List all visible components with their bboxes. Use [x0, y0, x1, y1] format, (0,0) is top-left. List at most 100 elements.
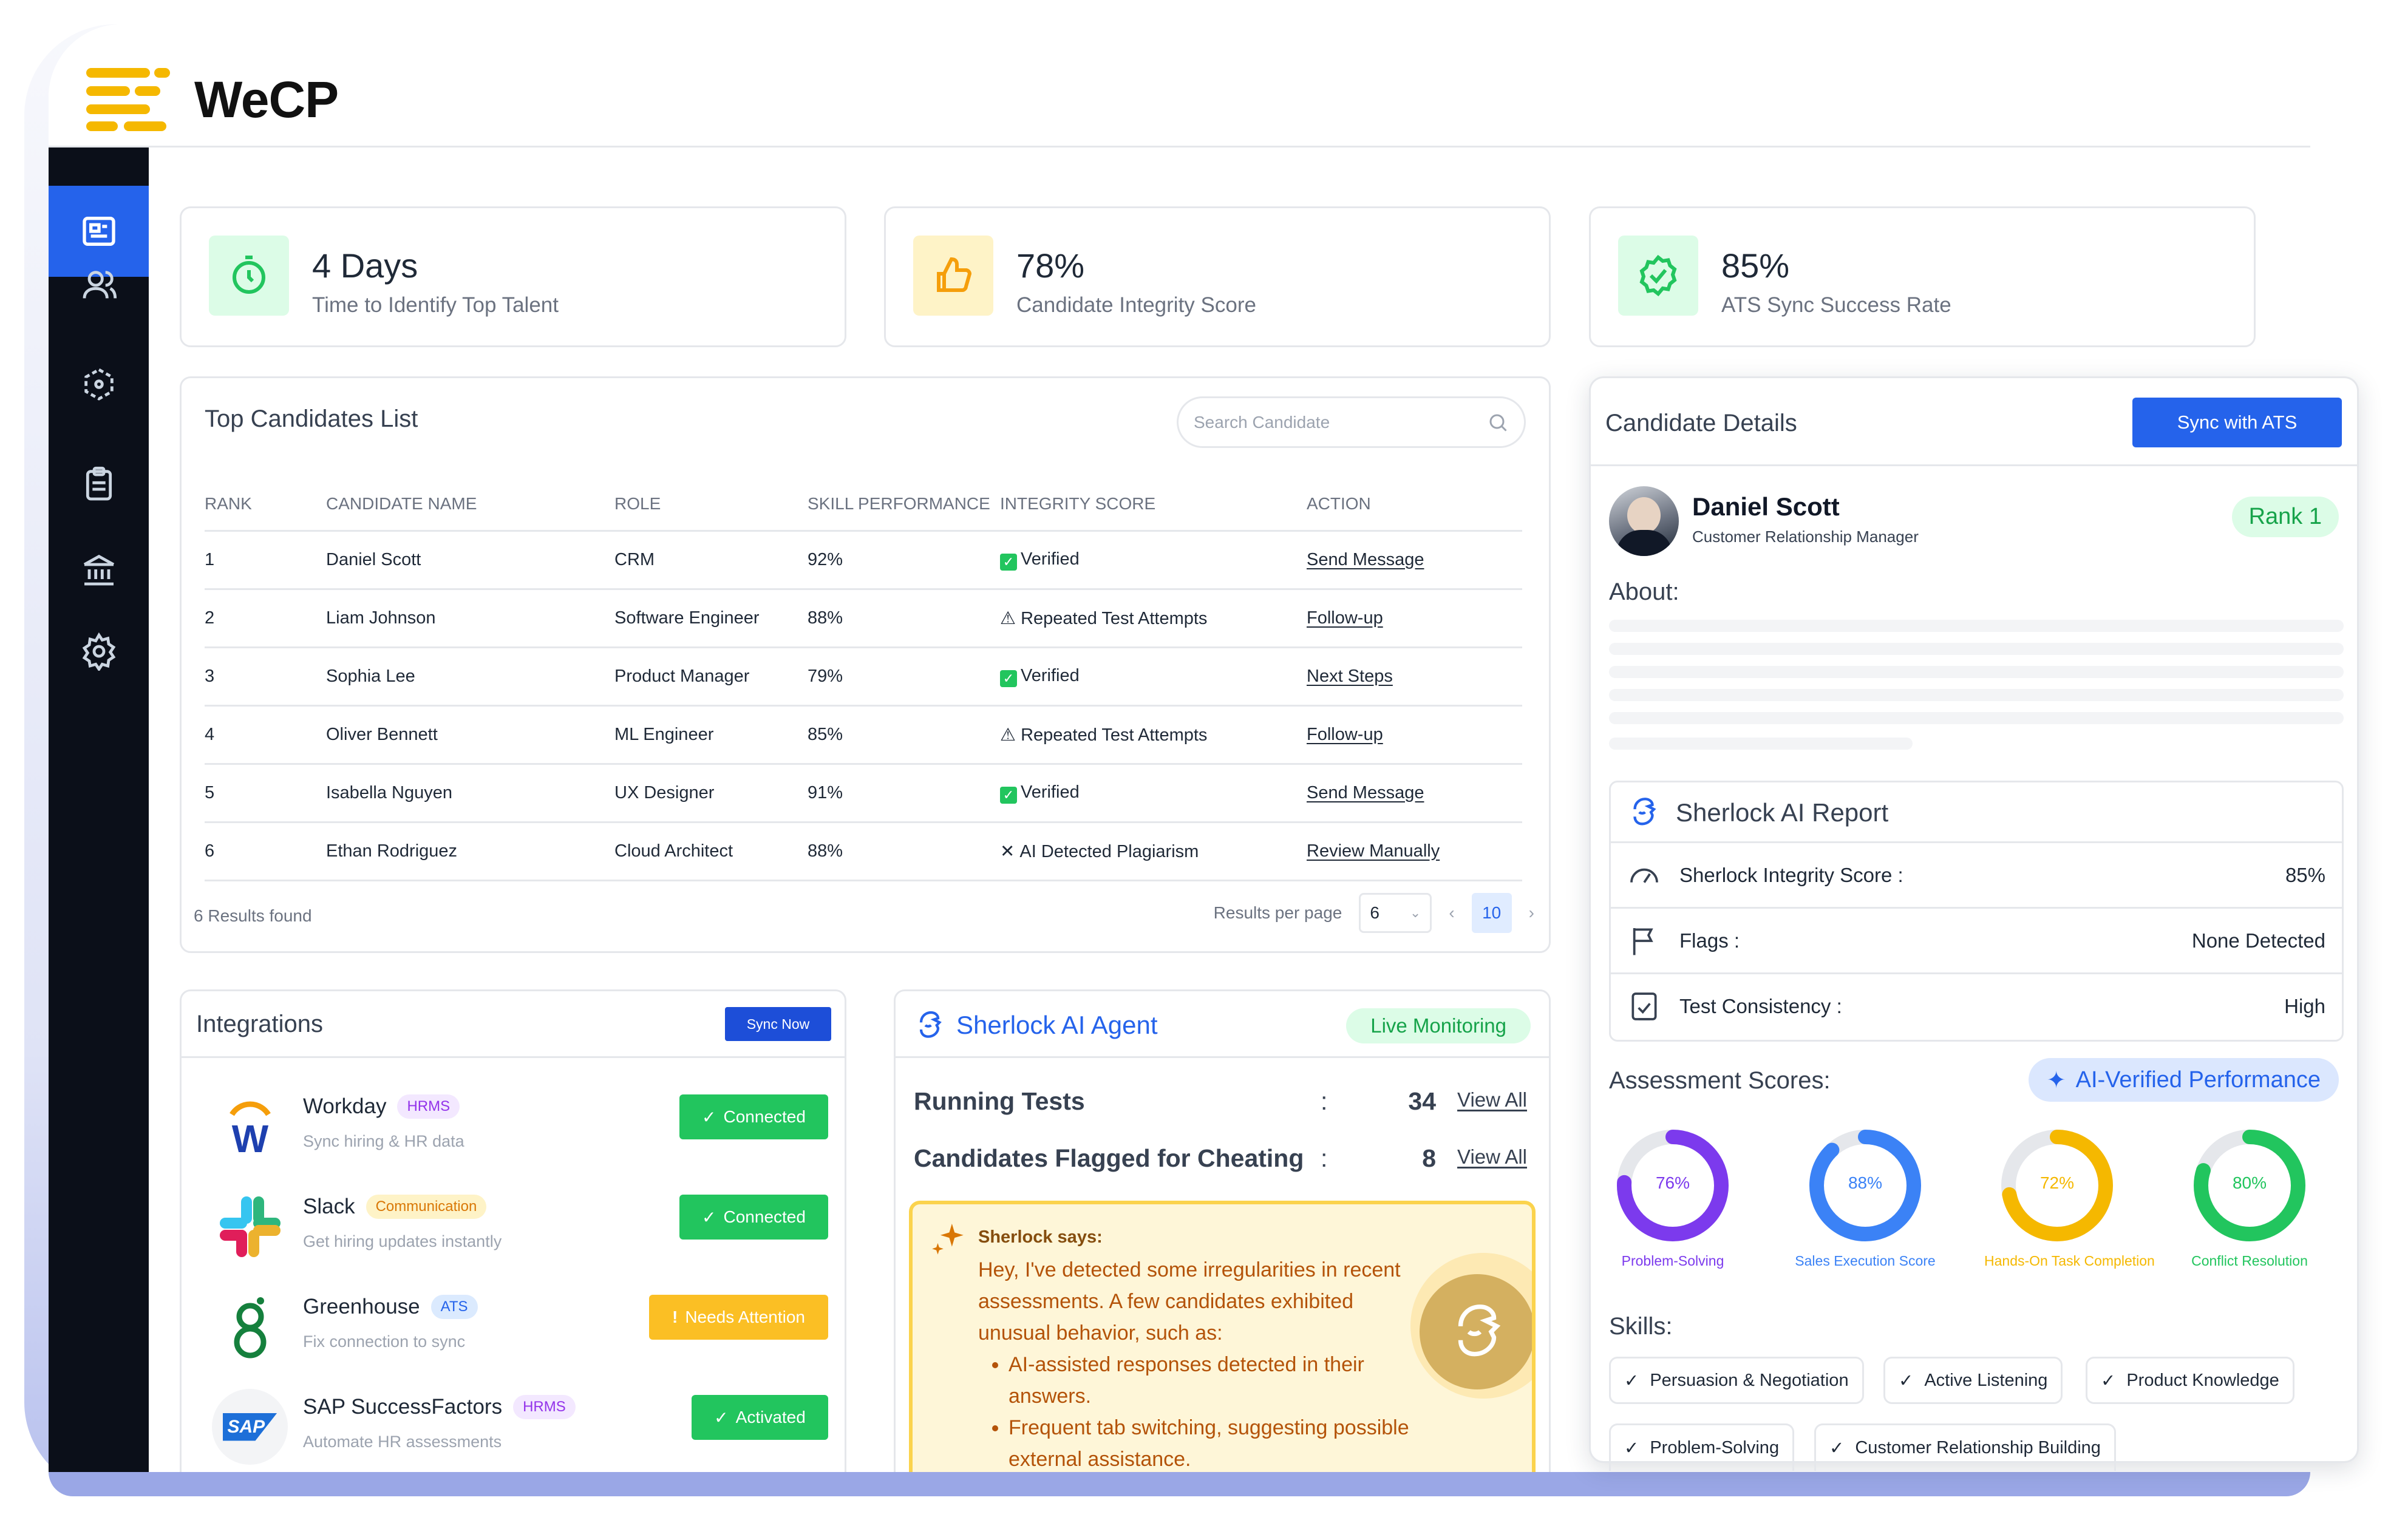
current-page[interactable]: 10 — [1471, 893, 1512, 933]
integrity-cell: ✓ Verified — [1000, 764, 1307, 823]
integration-status-button[interactable]: ! Needs Attention — [649, 1295, 828, 1340]
integration-slack: Slack Communication Get hiring updates in… — [212, 1176, 828, 1267]
integrity-cell: ⚠ Repeated Test Attempts — [1000, 705, 1307, 765]
rank-cell: 1 — [205, 531, 326, 590]
check-icon: ✓ — [1624, 1371, 1639, 1391]
integration-status-button[interactable]: ✓ Connected — [679, 1094, 828, 1139]
per-page-select[interactable]: 6 ⌄ — [1359, 893, 1432, 933]
integration-tag: ATS — [430, 1295, 478, 1319]
action-link[interactable]: Next Steps — [1307, 667, 1393, 686]
check-icon: ✓ — [1899, 1371, 1914, 1391]
gauge-icon — [1630, 868, 1658, 883]
svg-text:W: W — [231, 1117, 268, 1157]
users-icon — [83, 271, 117, 299]
sidebar-item-organization[interactable] — [49, 524, 149, 615]
skill-chip: ✓ Problem-Solving — [1609, 1423, 1795, 1471]
integrity-cell: ✓ Verified — [1000, 647, 1307, 707]
role-cell: Product Manager — [614, 647, 808, 707]
col-role: ROLE — [614, 478, 808, 532]
skill-cell: 92% — [808, 531, 1000, 590]
rank-cell: 3 — [205, 647, 326, 707]
integration-name: Greenhouse — [303, 1295, 420, 1318]
integration-sap: SAP SAP SuccessFactors HRMS Automate HR a… — [212, 1377, 828, 1468]
score-donut: 88% Sales Execution Score — [1792, 1125, 1938, 1269]
skill-cell: 79% — [808, 647, 1000, 707]
agent-row-label: Candidates Flagged for Cheating — [914, 1144, 1304, 1172]
table-row[interactable]: 1 Daniel Scott CRM 92% ✓ Verified Send Me… — [205, 531, 1522, 590]
search-input[interactable]: Search Candidate — [1194, 413, 1330, 432]
name-cell: Liam Johnson — [326, 589, 614, 648]
integration-status-button[interactable]: ✓ Connected — [679, 1195, 828, 1240]
table-row[interactable]: 4 Oliver Bennett ML Engineer 85% ⚠ Repea… — [205, 705, 1522, 765]
stat-card-ats: 85% ATS Sync Success Rate — [1589, 206, 2256, 347]
skills-label: Skills: — [1609, 1313, 1673, 1340]
sidebar-item-candidates[interactable] — [49, 240, 149, 331]
logo-icon — [86, 68, 170, 131]
skill-cell: 88% — [808, 589, 1000, 648]
integration-name: Workday — [303, 1094, 387, 1118]
stat-label: Candidate Integrity Score — [1016, 293, 1256, 317]
action-link[interactable]: Review Manually — [1307, 841, 1440, 861]
table-row[interactable]: 3 Sophia Lee Product Manager 79% ✓ Verifi… — [205, 647, 1522, 707]
view-all-link[interactable]: View All — [1457, 1088, 1527, 1111]
results-count: 6 Results found — [194, 906, 312, 925]
action-link[interactable]: Send Message — [1307, 550, 1424, 569]
skill-cell: 88% — [808, 822, 1000, 881]
action-link[interactable]: Follow-up — [1307, 608, 1383, 628]
name-cell: Daniel Scott — [326, 531, 614, 590]
sparkle-icon — [932, 1223, 964, 1255]
pagination: Results per page 6 ⌄ ‹ 10 › — [1214, 893, 1534, 933]
search-box[interactable]: Search Candidate — [1177, 396, 1526, 448]
action-link[interactable]: Send Message — [1307, 783, 1424, 802]
sidebar-item-settings[interactable] — [49, 606, 149, 697]
sync-now-button[interactable]: Sync Now — [725, 1007, 831, 1041]
rank-cell: 6 — [205, 822, 326, 881]
check-icon: ✓ — [1624, 1439, 1639, 1458]
table-row[interactable]: 5 Isabella Nguyen UX Designer 91% ✓ Verif… — [205, 764, 1522, 823]
details-title: Candidate Details — [1605, 410, 1797, 436]
integrations-title: Integrations — [196, 1011, 324, 1037]
integrity-cell: ⚠ Repeated Test Attempts — [1000, 589, 1307, 648]
timer-icon — [209, 236, 289, 316]
skill-chip: ✓ Product Knowledge — [2086, 1357, 2294, 1404]
cube-icon — [84, 368, 114, 401]
next-page-icon[interactable]: › — [1529, 903, 1534, 923]
name-cell: Oliver Bennett — [326, 705, 614, 765]
sidebar-item-assessments[interactable] — [49, 339, 149, 430]
agent-row-flagged: Candidates Flagged for Cheating : 8 View… — [914, 1144, 1527, 1172]
score-value: 76% — [1655, 1173, 1690, 1192]
integration-status-button[interactable]: ✓ Activated — [692, 1395, 828, 1440]
about-placeholder-line — [1609, 620, 2344, 632]
about-label: About: — [1609, 578, 1679, 605]
stat-label: ATS Sync Success Rate — [1721, 293, 1951, 317]
sidebar-item-tests[interactable] — [49, 439, 149, 530]
logo[interactable]: WeCP — [86, 68, 339, 131]
sherlock-message: Sherlock says: Hey, I've detected some i… — [909, 1201, 1536, 1472]
table-row[interactable]: 6 Ethan Rodriguez Cloud Architect 88% ✕ … — [205, 822, 1522, 881]
candidates-table: RANK CANDIDATE NAME ROLE SKILL PERFORMAN… — [205, 478, 1522, 881]
check-icon: ✓ — [1829, 1439, 1845, 1458]
integrity-cell: ✕ AI Detected Plagiarism — [1000, 822, 1307, 881]
action-link[interactable]: Follow-up — [1307, 725, 1383, 744]
stat-card-integrity: 78% Candidate Integrity Score — [884, 206, 1551, 347]
col-integrity: INTEGRITY SCORE — [1000, 478, 1307, 532]
candidate-role: Customer Relationship Manager — [1692, 527, 1919, 546]
sync-with-ats-button[interactable]: Sync with ATS — [2132, 398, 2342, 447]
rank-badge: Rank 1 — [2231, 497, 2339, 537]
greenhouse-icon — [212, 1289, 288, 1365]
table-row[interactable]: 2 Liam Johnson Software Engineer 88% ⚠ R… — [205, 589, 1522, 648]
skill-chip: ✓ Persuasion & Negotiation — [1609, 1357, 1864, 1404]
stat-value: 4 Days — [312, 246, 418, 285]
integration-tag: Communication — [366, 1195, 487, 1219]
prev-page-icon[interactable]: ‹ — [1449, 903, 1454, 923]
stat-label: Time to Identify Top Talent — [312, 293, 559, 317]
candidate-details-card: Candidate Details Sync with ATS Daniel S… — [1589, 376, 2359, 1471]
sherlock-avatar-icon — [1420, 1274, 1532, 1389]
check-icon: ✓ — [702, 1107, 716, 1127]
col-rank: RANK — [205, 478, 326, 532]
integration-desc: Automate HR assessments — [303, 1433, 502, 1451]
score-value: 88% — [1848, 1173, 1883, 1192]
role-cell: Cloud Architect — [614, 822, 808, 881]
view-all-link[interactable]: View All — [1457, 1145, 1527, 1169]
top-bar: WeCP — [49, 24, 2310, 148]
